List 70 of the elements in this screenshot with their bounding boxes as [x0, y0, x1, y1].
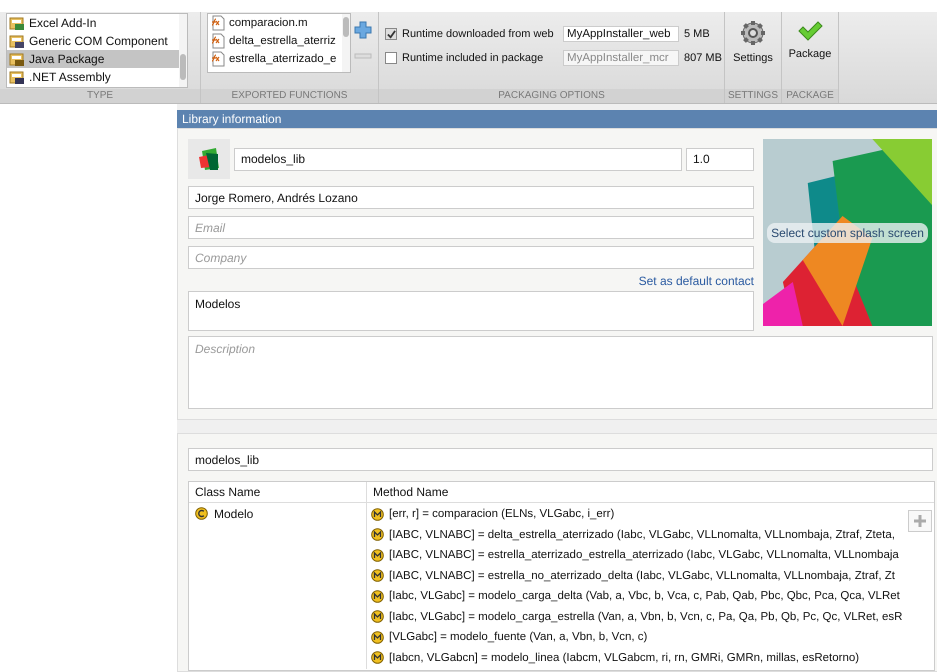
method-icon	[371, 569, 384, 582]
function-file-icon	[210, 51, 226, 67]
settings-button[interactable]: Settings	[733, 20, 773, 64]
installer-name-field[interactable]: MyAppInstaller_web	[563, 26, 679, 42]
function-list[interactable]: comparacion.m delta_estrella_aterriz estrella_aterrizado_e	[207, 13, 351, 73]
column-header: Class Name	[189, 482, 367, 502]
method-item[interactable]: [Iabc, VLGabc] = modelo_carga_delta (Vab, a, Vbc, b, Vca, c, Pab, Qab, Pbc, Qbc, Pca, Qca, VLRet	[371, 586, 900, 606]
method-item[interactable]: [IABC, VLNABC] = estrella_no_aterrizado_delta (Iabc, VLGabc, VLLnomalta, VLLnombaja, Ztraf, Zt	[371, 566, 895, 586]
checkbox[interactable]	[385, 52, 397, 64]
method-icon	[371, 610, 384, 624]
section-label: EXPORTED FUNCTIONS	[201, 89, 378, 103]
email-field[interactable]: Email	[188, 216, 754, 239]
class-icon	[195, 507, 208, 520]
method-item[interactable]: [Iabcn, VLGabcn] = modelo_linea (Iabcm, VLGabcm, ri, rn, GMRi, GMRn, millas, esRetorno)	[371, 648, 860, 668]
function-item[interactable]: delta_estrella_aterriz	[208, 32, 342, 50]
method-icon	[371, 548, 384, 562]
splash-screen-image[interactable]: Select custom splash screen	[763, 139, 932, 326]
summary-field[interactable]: Modelos	[188, 291, 754, 331]
option-label: Runtime downloaded from web	[402, 28, 555, 40]
method-icon	[371, 590, 384, 603]
settings-icon	[740, 20, 766, 46]
scrollbar[interactable]	[179, 14, 187, 87]
type-list[interactable]: Excel Add-In Generic COM Component Java Package .NET Assembly	[6, 13, 188, 88]
section-label: PACKAGE	[782, 89, 838, 103]
method-icon	[371, 630, 384, 644]
add-icon[interactable]	[354, 21, 372, 39]
plus-icon	[913, 514, 927, 528]
section-label: TYPE	[0, 89, 200, 103]
package-name-field[interactable]: modelos_lib	[188, 448, 933, 471]
size-label: 807 MB	[684, 52, 722, 64]
method-item[interactable]: [VLGabc] = modelo_fuente (Van, a, Vbn, b, Vcn, c)	[371, 627, 648, 648]
package-type-icon	[9, 51, 25, 67]
default-contact-link[interactable]: Set as default contact	[638, 274, 754, 288]
add-class-button[interactable]	[908, 510, 932, 532]
type-item[interactable]: Generic COM Component	[7, 32, 179, 50]
method-item[interactable]: [Iabc, VLGabc] = modelo_carga_estrella (Van, a, Vbn, b, Vcn, c, Pa, Qa, Pb, Qb, Pc, Qc, VLRet, esR	[371, 606, 902, 627]
checkbox[interactable]	[385, 28, 397, 40]
scrollbar[interactable]	[342, 14, 350, 72]
package-type-icon	[9, 69, 25, 85]
method-item[interactable]: [IABC, VLNABC] = estrella_aterrizado_estrella_aterrizado (Iabc, VLGabc, VLLnomalta, VLLnombaja	[371, 545, 899, 566]
type-item[interactable]: Java Package	[7, 50, 179, 68]
size-label: 5 MB	[684, 28, 710, 40]
type-item[interactable]: Excel Add-In	[7, 14, 179, 32]
library-icon[interactable]	[198, 147, 220, 171]
select-splash-button[interactable]: Select custom splash screen	[767, 222, 928, 242]
package-type-icon	[9, 15, 25, 31]
version-field[interactable]: 1.0	[686, 148, 754, 170]
section-label: PACKAGING OPTIONS	[379, 89, 724, 103]
method-item[interactable]: [IABC, VLNABC] = delta_estrella_aterrizado (Iabc, VLGabc, VLLnomalta, VLLnombaja, Ztraf, Zteta,	[371, 524, 895, 545]
function-file-icon	[210, 15, 226, 31]
section-header: Library information	[177, 110, 937, 128]
option-label: Runtime included in package	[402, 52, 544, 64]
library-name-field[interactable]: modelos_lib	[234, 148, 682, 170]
method-icon	[371, 508, 384, 521]
section-label: SETTINGS	[725, 89, 781, 103]
function-item[interactable]: estrella_aterrizado_e	[208, 50, 342, 68]
company-field[interactable]: Company	[188, 246, 754, 269]
checkmark-icon	[797, 20, 823, 42]
description-field[interactable]: Description	[188, 336, 933, 409]
function-item[interactable]: comparacion.m	[208, 14, 342, 32]
method-item[interactable]: [err, r] = comparacion (ELNs, VLGabc, i_err)	[371, 504, 614, 524]
author-field[interactable]: Jorge Romero, Andrés Lozano	[188, 186, 754, 209]
column-header: Method Name	[372, 484, 450, 501]
package-button[interactable]: Package	[788, 20, 832, 60]
package-type-icon	[9, 33, 25, 49]
method-icon	[371, 528, 384, 542]
method-icon	[371, 651, 384, 664]
function-file-icon	[210, 33, 226, 49]
type-item[interactable]: .NET Assembly	[7, 68, 179, 86]
class-item[interactable]: Modelo	[189, 503, 367, 669]
